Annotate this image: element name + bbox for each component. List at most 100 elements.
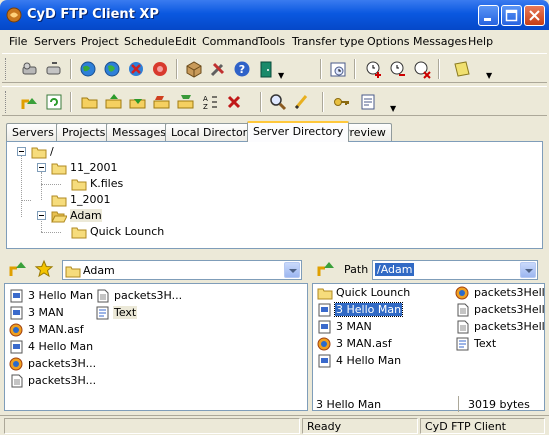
local-path-combo[interactable]: Adam [62,260,302,280]
menu-messages[interactable]: Messages [413,35,467,48]
up-folder-icon[interactable] [8,259,28,279]
selected-file-size: 3019 bytes [468,398,530,411]
menu-edit[interactable]: Edit [175,35,196,48]
file-toolbar: AZ ▼ [2,86,547,116]
local-path-value: Adam [83,264,115,277]
folder-icon [317,288,333,300]
globe-icon[interactable] [102,59,122,79]
package-icon[interactable] [184,59,204,79]
menu-transfer-type[interactable]: Transfer type [292,35,364,48]
tree-collapse-11-2001[interactable] [37,163,46,172]
menu-servers[interactable]: Servers [34,35,76,48]
tree-collapse-adam[interactable] [37,211,46,220]
menu-file[interactable]: File [9,35,27,48]
menu-project[interactable]: Project [81,35,119,48]
menu-tools[interactable]: Tools [258,35,285,48]
open-folder-icon[interactable] [80,92,100,112]
menu-command[interactable]: Command [202,35,259,48]
schedule-remove-icon[interactable] [388,59,408,79]
scheduler-icon[interactable] [328,59,348,79]
up-folder-icon[interactable] [20,92,40,112]
tab-servers[interactable]: Servers [6,123,60,141]
folder-icon [51,195,67,207]
media-file-icon [10,289,23,303]
tab-messages[interactable]: Messages [106,123,172,141]
document-icon [457,320,469,334]
open-folder-icon [51,211,67,223]
app-logo-icon [6,7,22,23]
up-folder-icon[interactable] [316,259,336,279]
menu-options[interactable]: Options [367,35,409,48]
media-file-icon [318,303,331,317]
refresh-icon[interactable] [44,92,64,112]
chevron-down-icon[interactable] [284,262,300,278]
properties-icon[interactable] [358,92,378,112]
media-player-icon [317,337,331,351]
exit-door-icon[interactable] [256,59,276,79]
text-file-icon [96,306,109,320]
title-bar[interactable]: CyD FTP Client XP [0,0,549,30]
menu-schedule[interactable]: Schedule [124,35,175,48]
tab-server-directory[interactable]: Server Directory [247,121,350,142]
globe-connect-icon[interactable] [78,59,98,79]
media-file-icon [318,320,331,334]
tab-projects[interactable]: Projects [56,123,112,141]
menu-help[interactable]: Help [468,35,493,48]
search-icon[interactable] [268,92,288,112]
schedule-add-icon[interactable] [364,59,384,79]
download-folder-icon[interactable] [128,92,148,112]
status-bar: Ready CyD FTP Client [0,415,549,435]
server-files-panel: Path /Adam Quick Lounch 3 Hello Man 3 MA… [312,255,545,413]
local-files-panel: Adam 3 Hello Man 3 MAN 3 MAN.asf 4 Hello… [4,255,308,413]
folder-icon [31,147,47,159]
schedule-delete-icon[interactable] [412,59,432,79]
new-folder-icon[interactable] [152,92,172,112]
media-player-icon [9,323,23,337]
notes-icon[interactable] [452,59,472,79]
media-player-icon [9,357,23,371]
help-icon[interactable]: ? [232,59,252,79]
key-icon[interactable] [332,92,352,112]
selected-file-name: 3 Hello Man [316,398,382,411]
delete-icon[interactable] [224,92,244,112]
document-icon [97,289,109,303]
folder-icon [71,227,87,239]
document-icon [457,303,469,317]
path-label: Path [344,263,369,276]
favorites-star-icon[interactable] [34,259,54,279]
tab-local-directory[interactable]: Local Directory [165,123,260,141]
svg-text:?: ? [239,63,245,76]
tree-collapse-root[interactable] [17,147,26,156]
upload-folder-icon[interactable] [104,92,124,112]
globe-stop-icon[interactable] [126,59,146,79]
close-button[interactable] [524,5,545,26]
toolbar-grip[interactable] [5,58,8,80]
sort-icon[interactable]: AZ [200,92,220,112]
media-file-icon [318,354,331,368]
globe-delete-icon[interactable] [150,59,170,79]
server-file-list[interactable]: Quick Lounch 3 Hello Man 3 MAN 3 MAN.asf… [312,283,545,411]
media-player-icon [455,286,469,300]
tools-icon[interactable] [208,59,228,79]
server-path-combo[interactable]: /Adam [372,260,538,280]
server-directory-tree[interactable]: / 11_2001 K.files 1_2001 Adam Quick Loun… [6,141,543,249]
maximize-button[interactable] [501,5,522,26]
folder-icon [51,163,67,175]
minimize-button[interactable] [478,5,499,26]
folder-icon [71,179,87,191]
window-title: CyD FTP Client XP [27,7,159,22]
reconnect-icon[interactable] [44,59,64,79]
edit-icon[interactable] [292,92,312,112]
folder-icon [65,266,81,278]
media-file-icon [10,340,23,354]
status-text: Ready [302,418,418,434]
tab-strip: Servers Projects Messages Local Director… [4,121,544,142]
toolbar-grip[interactable] [5,91,8,113]
media-file-icon [10,306,23,320]
document-icon [11,374,23,388]
transfer-folder-icon[interactable] [176,92,196,112]
local-file-list[interactable]: 3 Hello Man 3 MAN 3 MAN.asf 4 Hello Man … [4,283,308,411]
server-path-value: /Adam [375,263,415,276]
chevron-down-icon[interactable] [520,262,536,278]
disconnect-icon[interactable] [20,59,40,79]
